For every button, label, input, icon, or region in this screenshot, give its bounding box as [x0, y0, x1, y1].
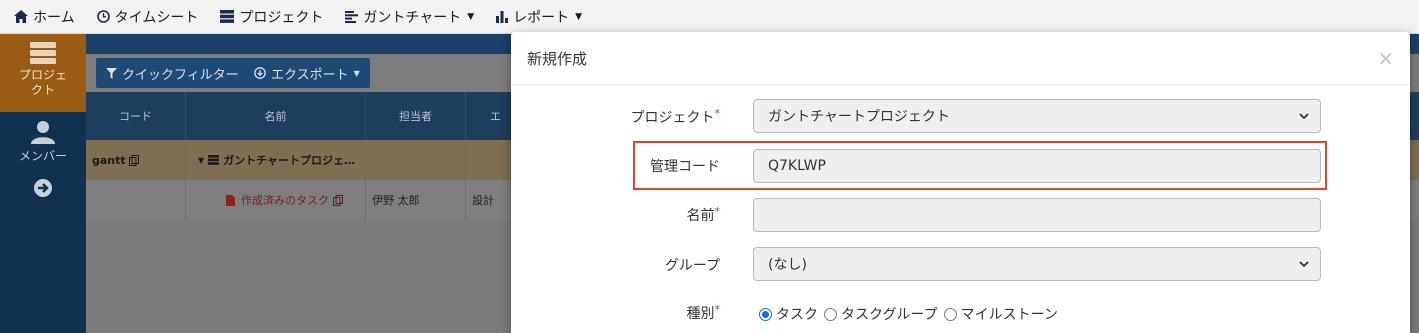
sidebar-item-project[interactable]: プロジェクト — [0, 34, 86, 112]
row-name-cell: 作成済みのタスク — [186, 180, 366, 220]
row-name: ガントチャートプロジェ… — [223, 154, 356, 167]
group-select-value: (なし) — [768, 257, 807, 273]
sidebar: プロジェクト メンバー — [0, 34, 86, 333]
quick-filter-label: クイックフィルター — [122, 67, 239, 83]
nav-report-label: レポート — [513, 9, 570, 26]
row-assignee: 伊野 太郎 — [366, 180, 466, 220]
type-option-milestone[interactable]: マイルストーン — [943, 304, 1058, 324]
chevron-down-icon — [1299, 261, 1309, 268]
radio-icon[interactable] — [824, 307, 837, 321]
nav-project[interactable]: プロジェクト — [220, 7, 323, 27]
export-label: エクスポート — [271, 67, 349, 83]
server-icon — [220, 10, 235, 23]
type-option-label: マイルストーン — [960, 307, 1058, 323]
name-label-text: 名前 — [686, 208, 715, 224]
copy-icon[interactable] — [333, 194, 343, 206]
close-icon[interactable]: × — [1377, 46, 1394, 70]
nav-report[interactable]: レポート ▼ — [496, 7, 582, 27]
modal-header: 新規作成 — [511, 32, 1410, 85]
type-option-task-group[interactable]: タスクグループ — [824, 304, 938, 324]
clock-icon — [96, 10, 110, 23]
nav-gantt[interactable]: ガントチャート ▼ — [345, 7, 474, 27]
group-label-text: グループ — [664, 258, 720, 274]
top-nav: ホーム タイムシート プロジェクト ガントチャート ▼ レポート ▼ — [0, 0, 1419, 34]
row-name[interactable]: 作成済みのタスク — [241, 192, 329, 208]
export-button[interactable]: エクスポート ▼ — [244, 58, 370, 88]
server-icon — [208, 155, 220, 165]
radio-icon[interactable] — [943, 307, 957, 321]
nav-home[interactable]: ホーム — [14, 7, 75, 27]
sidebar-item-member[interactable]: メンバー — [0, 112, 86, 172]
quick-filter-button[interactable]: クイックフィルター — [96, 58, 249, 88]
caret-down-icon: ▼ — [467, 11, 475, 22]
server-icon — [30, 42, 56, 64]
required-mark: * — [714, 303, 721, 316]
name-label: 名前* — [687, 205, 721, 225]
nav-timesheet-label: タイムシート — [114, 9, 199, 26]
sidebar-item-member-label: メンバー — [18, 149, 67, 163]
sidebar-item-project-label: プロジェクト — [18, 68, 67, 97]
column-header-code[interactable]: コード — [86, 92, 186, 140]
caret-down-icon: ▼ — [575, 11, 583, 22]
project-label-text: プロジェクト — [630, 110, 715, 126]
required-mark: * — [714, 107, 721, 120]
group-label: グループ — [665, 255, 720, 275]
filter-icon — [106, 67, 117, 79]
modal-title: 新規作成 — [527, 49, 588, 68]
file-icon — [226, 194, 235, 206]
caret-down-icon[interactable]: ▼ — [198, 156, 204, 165]
bar-chart-icon — [496, 10, 509, 23]
column-header-name[interactable]: 名前 — [186, 92, 366, 140]
row-code-cell: gantt — [86, 140, 186, 180]
chevron-down-icon — [1299, 113, 1309, 120]
type-option-task[interactable]: タスク — [759, 304, 818, 324]
caret-down-icon: ▼ — [353, 68, 360, 78]
new-item-modal: 新規作成 × プロジェクト* ガントチャートプロジェクト 管理コード Q7KLW… — [511, 32, 1410, 333]
type-option-label: タスクグループ — [841, 307, 938, 323]
required-mark: * — [714, 205, 721, 218]
group-select[interactable]: (なし) — [753, 247, 1321, 281]
user-icon — [31, 121, 55, 144]
copy-icon[interactable] — [128, 154, 139, 166]
type-label: 種別* — [687, 303, 721, 323]
download-icon — [254, 67, 266, 79]
gantt-icon — [345, 10, 359, 23]
management-code-input[interactable]: Q7KLWP — [753, 149, 1321, 183]
expand-sidebar-button[interactable] — [0, 178, 86, 198]
arrow-right-circle-icon — [34, 179, 52, 197]
nav-project-label: プロジェクト — [239, 9, 324, 26]
home-icon — [14, 10, 28, 23]
code-label: 管理コード — [650, 156, 720, 176]
project-select[interactable]: ガントチャートプロジェクト — [753, 99, 1321, 133]
radio-selected-icon[interactable] — [759, 307, 772, 321]
column-header-assignee[interactable]: 担当者 — [366, 92, 466, 140]
row-code-cell — [86, 180, 186, 220]
management-code-value: Q7KLWP — [768, 158, 826, 174]
code-label-text: 管理コード — [650, 159, 720, 175]
type-radio-group: タスク タスクグループ マイルストーン — [759, 304, 1064, 324]
nav-home-label: ホーム — [33, 9, 75, 26]
row-name-cell: ▼ ガントチャートプロジェ… — [186, 140, 366, 180]
type-option-label: タスク — [776, 307, 818, 323]
row-assignee-cell — [366, 140, 466, 180]
project-label: プロジェクト* — [631, 107, 721, 127]
row-code: gantt — [92, 153, 126, 167]
type-label-text: 種別 — [686, 306, 715, 322]
name-input[interactable] — [753, 198, 1321, 232]
nav-timesheet[interactable]: タイムシート — [96, 7, 199, 27]
project-select-value: ガントチャートプロジェクト — [768, 109, 950, 125]
nav-gantt-label: ガントチャート — [363, 9, 462, 26]
